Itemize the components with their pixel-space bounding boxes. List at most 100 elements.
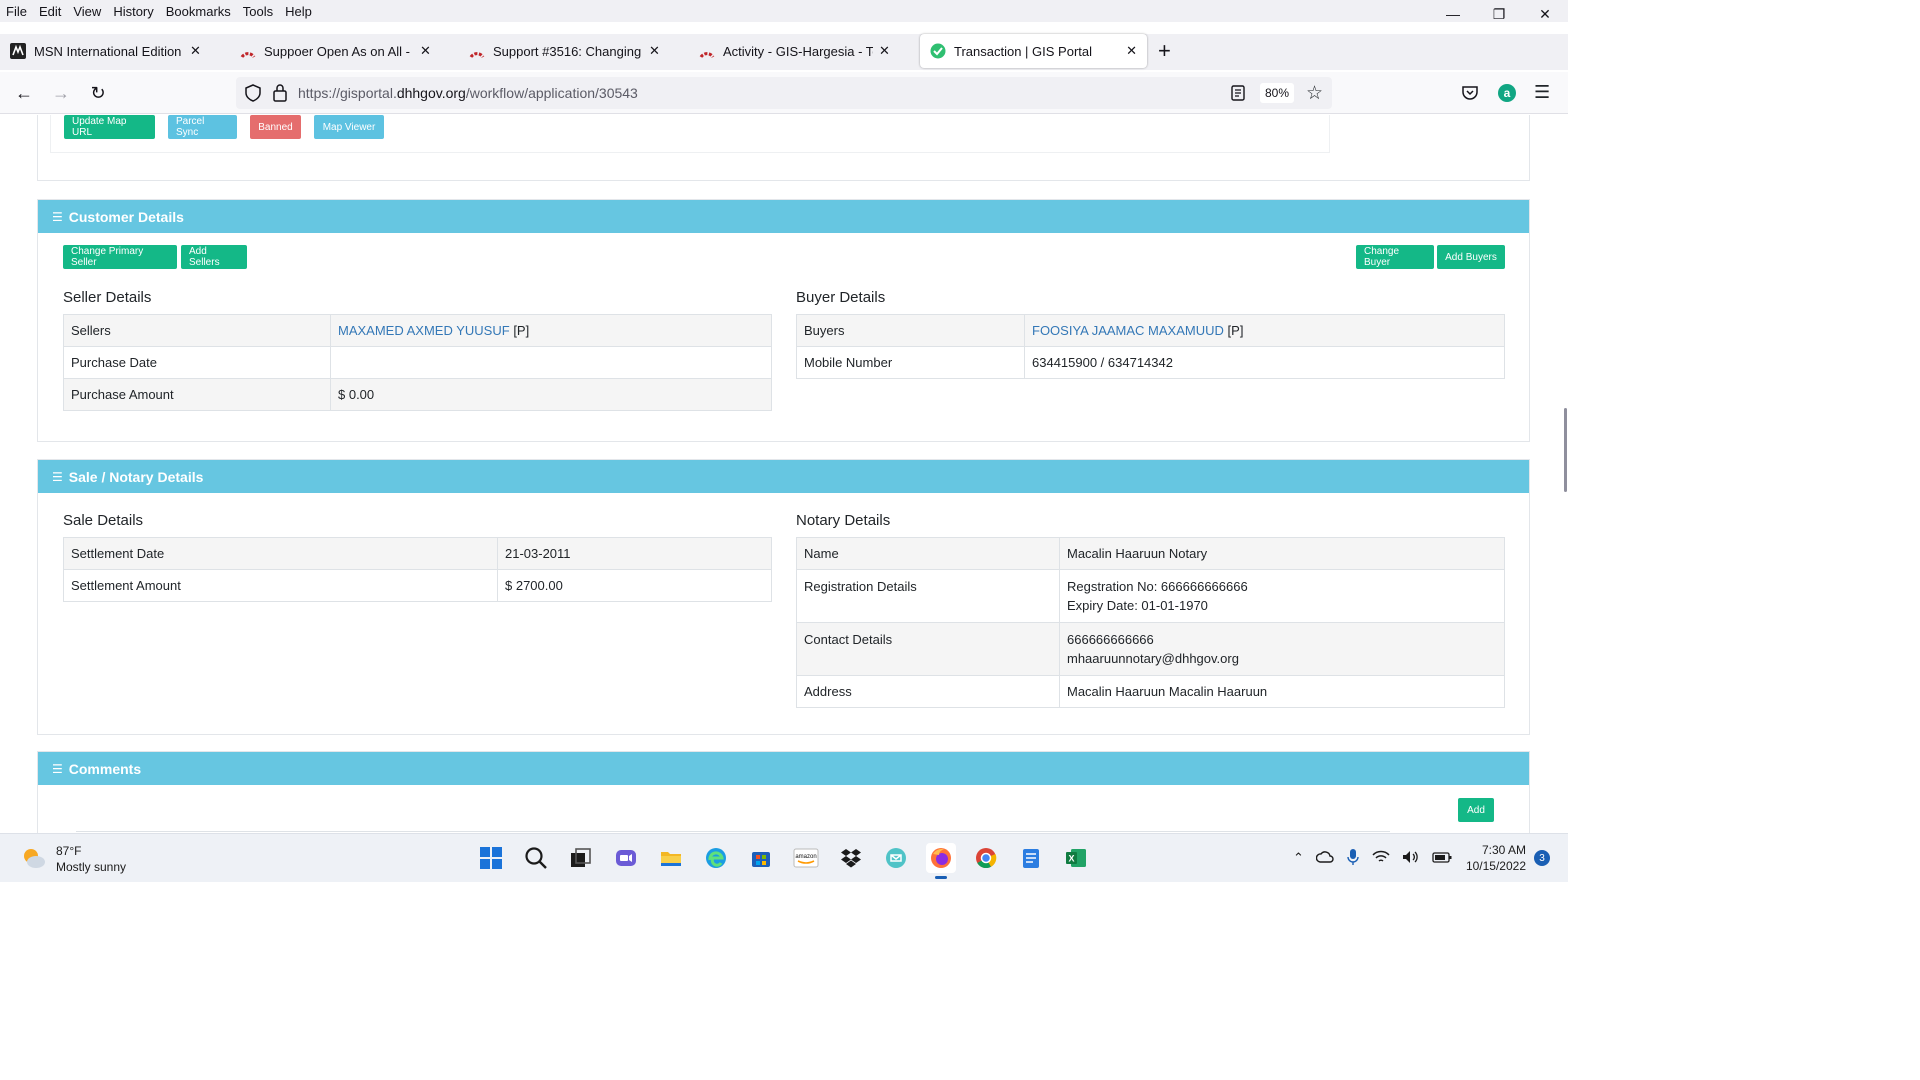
add-sellers-button[interactable]: Add Sellers [181,245,247,269]
reload-icon[interactable]: ↻ [86,81,110,105]
lock-icon[interactable] [272,83,288,106]
teams-chat-icon[interactable] [611,843,641,873]
page-content: Update Map URL Parcel Sync Banned Map Vi… [0,115,1568,833]
tab-title: Activity - GIS-Hargesia - Teams [723,43,873,59]
close-window-icon[interactable]: ✕ [1522,0,1568,28]
list-icon: ☰ [52,469,63,484]
close-tab-icon[interactable]: ✕ [1126,43,1137,59]
minimize-icon[interactable]: — [1430,0,1476,28]
forward-icon[interactable]: → [49,81,73,105]
windows-start-icon[interactable] [476,843,506,873]
contact-details-label: Contact Details [796,622,1060,676]
primary-flag: [P] [513,323,530,338]
microsoft-store-icon[interactable] [746,843,776,873]
messaging-app-icon[interactable] [881,843,911,873]
volume-icon[interactable] [1402,850,1420,867]
menu-edit[interactable]: Edit [33,4,67,19]
tab-activity[interactable]: Activity - GIS-Hargesia - Teams ✕ [689,34,900,68]
menu-view[interactable]: View [67,4,107,19]
customer-details-header: ☰ Customer Details [38,200,1529,233]
table-row: Purchase Amount $ 0.00 [63,378,772,411]
menu-tools[interactable]: Tools [237,4,279,19]
notepad-icon[interactable] [1016,843,1046,873]
mobile-number-label: Mobile Number [796,346,1025,379]
hamburger-menu-icon[interactable]: ☰ [1534,82,1550,103]
dropbox-icon[interactable] [836,843,866,873]
weather-condition: Mostly sunny [56,860,127,874]
seller-name-link[interactable]: MAXAMED AXMED YUUSUF [338,323,510,338]
map-viewer-button[interactable]: Map Viewer [314,115,384,139]
bookmark-star-icon[interactable]: ☆ [1306,82,1323,105]
menu-file[interactable]: File [0,4,33,19]
task-view-icon[interactable] [566,843,596,873]
navigation-bar: ← → ↻ https://gisportal.dhhgov.org/workf… [0,72,1568,114]
file-explorer-icon[interactable] [656,843,686,873]
amazon-icon[interactable]: amazon [791,843,821,873]
onedrive-cloud-icon[interactable] [1315,850,1334,867]
tab-title: Suppoer Open As on All - GIS-H [264,43,414,59]
new-tab-icon[interactable]: + [1158,38,1171,64]
tab-support-3516[interactable]: Support #3516: Changing Notar ✕ [459,34,670,68]
shield-icon[interactable] [244,83,262,106]
buyer-name-link[interactable]: FOOSIYA JAAMAC MAXAMUUD [1032,323,1224,338]
url-bar[interactable]: https://gisportal.dhhgov.org/workflow/ap… [236,77,1332,109]
redmine-favicon-icon [240,43,256,59]
pocket-icon[interactable] [1461,84,1479,105]
clock[interactable]: 7:30 AM 10/15/2022 [1466,842,1526,874]
excel-icon[interactable]: X [1061,843,1091,873]
reader-view-icon[interactable] [1230,84,1246,105]
battery-icon[interactable] [1432,850,1452,867]
weather-widget[interactable]: 87°F Mostly sunny [20,843,126,875]
add-comment-button[interactable]: Add [1458,798,1494,822]
menu-history[interactable]: History [107,4,159,19]
zoom-level[interactable]: 80% [1260,83,1294,103]
close-tab-icon[interactable]: ✕ [879,43,890,59]
close-tab-icon[interactable]: ✕ [190,43,201,59]
banned-button[interactable]: Banned [250,115,301,139]
close-tab-icon[interactable]: ✕ [420,43,431,59]
tab-title: MSN International Edition - Wor [34,43,184,59]
table-row: Settlement Date 21-03-2011 [63,537,772,570]
system-tray: ⌃ 7:30 AM 10/15/2022 3 [1281,842,1550,874]
card-title: Customer Details [68,208,184,225]
menu-help[interactable]: Help [279,4,318,19]
notary-name-value: Macalin Haaruun Notary [1059,537,1505,570]
registration-number: Regstration No: 666666666666 [1067,579,1248,594]
tab-bar: MSN International Edition - Wor ✕ Suppoe… [0,34,1568,70]
contact-details-value: 666666666666 mhaaruunnotary@dhhgov.org [1059,622,1505,676]
settlement-amount-label: Settlement Amount [63,569,498,602]
chrome-icon[interactable] [971,843,1001,873]
change-buyer-button[interactable]: Change Buyer [1356,245,1434,269]
scrollbar-thumb[interactable] [1564,408,1567,492]
customer-details-card: ☰ Customer Details Change Primary Seller… [37,199,1530,442]
settlement-date-value: 21-03-2011 [497,537,772,570]
add-buyers-button[interactable]: Add Buyers [1437,245,1505,269]
notification-badge[interactable]: 3 [1534,850,1550,866]
url-text[interactable]: https://gisportal.dhhgov.org/workflow/ap… [298,85,638,101]
wifi-icon[interactable] [1372,850,1390,867]
tab-title: Transaction | GIS Portal [954,43,1093,59]
restore-icon[interactable]: ❐ [1476,0,1522,28]
buyer-details-table: Buyers FOOSIYA JAAMAC MAXAMUUD [P] Mobil… [796,314,1505,379]
microphone-icon[interactable] [1346,848,1360,869]
tab-msn[interactable]: MSN International Edition - Wor ✕ [0,34,211,68]
settlement-amount-value: $ 2700.00 [497,569,772,602]
close-tab-icon[interactable]: ✕ [649,43,660,59]
sun-cloud-icon [20,845,46,874]
comments-table-top [76,831,1390,832]
search-icon[interactable] [521,843,551,873]
tab-transaction[interactable]: Transaction | GIS Portal ✕ [920,34,1147,68]
comments-card: ☰ Comments Add [37,751,1530,833]
firefox-icon[interactable] [926,843,956,879]
purchase-amount-label: Purchase Amount [63,378,331,411]
update-map-url-button[interactable]: Update Map URL [64,115,155,139]
parcel-sync-button[interactable]: Parcel Sync [168,115,237,139]
edge-browser-icon[interactable] [701,843,731,873]
change-primary-seller-button[interactable]: Change Primary Seller [63,245,177,269]
account-extension-icon[interactable]: a [1497,83,1517,106]
tab-suppoer[interactable]: Suppoer Open As on All - GIS-H ✕ [230,34,441,68]
page-scrollbar[interactable] [1562,115,1568,833]
chevron-up-icon[interactable]: ⌃ [1293,850,1304,866]
menu-bookmarks[interactable]: Bookmarks [160,4,237,19]
back-icon[interactable]: ← [12,81,36,105]
